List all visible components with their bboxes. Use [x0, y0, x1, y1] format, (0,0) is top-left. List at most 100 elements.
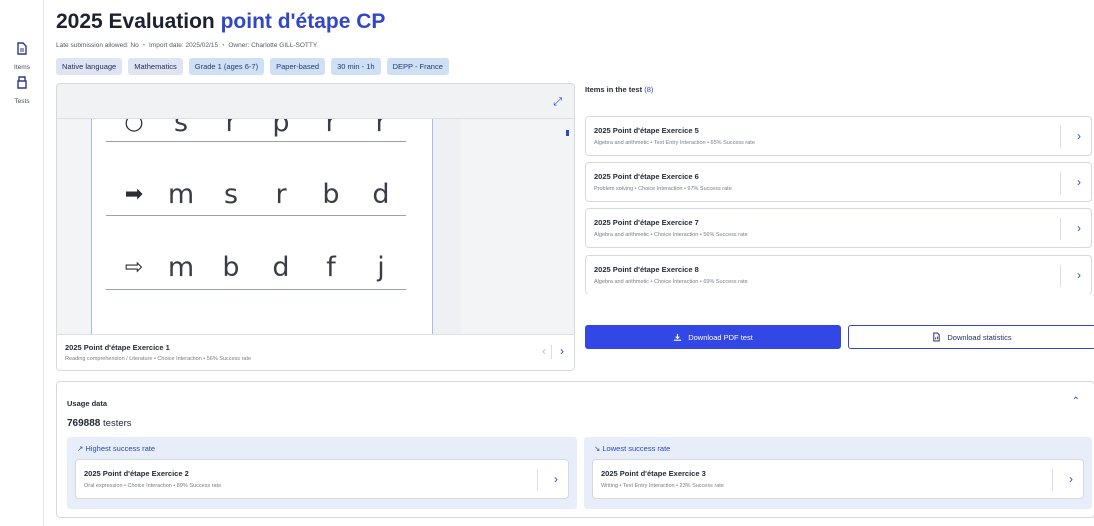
- letter: r: [275, 179, 287, 210]
- item-meta: Writing • Text Entry Interaction • 23% S…: [601, 483, 724, 489]
- items-scrollbar[interactable]: [566, 130, 569, 136]
- row-divider: [106, 215, 406, 216]
- sidebar-item-label: Tests: [14, 98, 30, 105]
- sidebar-item-label: Items: [14, 64, 30, 71]
- item-preview: ⤢ ○ s r p r r ➡ m s r b d ⇨ m b d f j 20…: [56, 83, 575, 371]
- tag: Mathematics: [128, 58, 183, 75]
- chevron-right-icon[interactable]: ›: [1077, 175, 1081, 189]
- testers-label: testers: [103, 418, 132, 429]
- preview-scrollbar[interactable]: [433, 119, 461, 334]
- item-divider: [1052, 469, 1053, 491]
- download-statistics-label: Download statistics: [947, 332, 1012, 342]
- letter: r: [325, 119, 337, 138]
- highest-success-item[interactable]: 2025 Point d'étape Exercice 2 Oral expre…: [75, 459, 569, 499]
- item-title: 2025 Point d'étape Exercice 7: [594, 218, 699, 227]
- letter: m: [167, 252, 195, 283]
- expand-icon[interactable]: ⤢: [553, 96, 562, 109]
- item-title: 2025 Point d'étape Exercice 6: [594, 172, 699, 181]
- letter: b: [222, 252, 240, 283]
- chevron-left-icon[interactable]: ‹: [542, 344, 546, 358]
- letter: s: [223, 179, 239, 210]
- tag: Grade 1 (ages 6-7): [188, 58, 265, 75]
- lowest-success-heading: ↘ Lowest success rate: [594, 444, 670, 453]
- test-meta: Late submission allowed: No • Import date:…: [56, 42, 317, 49]
- preview-canvas[interactable]: ○ s r p r r ➡ m s r b d ⇨ m b d f j: [57, 119, 574, 334]
- testers-count: 769888 testers: [67, 418, 132, 429]
- preview-item-title: 2025 Point d'étape Exercice 1: [65, 343, 170, 352]
- chevron-right-icon[interactable]: ›: [560, 344, 564, 358]
- preview-footer: 2025 Point d'étape Exercice 1 Reading co…: [57, 334, 574, 370]
- letter: d: [372, 179, 390, 210]
- exercise-row: ➡ m s r b d: [112, 179, 412, 210]
- chevron-up-icon[interactable]: ⌃: [1072, 396, 1080, 407]
- row-marker: ➡: [124, 182, 144, 207]
- tag: 30 min - 1h: [331, 58, 381, 75]
- lowest-success-label: Lowest success rate: [602, 444, 671, 453]
- tag-list: Native language Mathematics Grade 1 (age…: [56, 58, 449, 75]
- usage-title: Usage data: [67, 399, 108, 408]
- items-count: (8): [644, 85, 654, 94]
- chevron-right-icon[interactable]: ›: [1077, 129, 1081, 143]
- lowest-success-panel: ↘ Lowest success rate 2025 Point d'étape…: [584, 437, 1092, 509]
- page-title: 2025 Evaluation point d'étape CP: [56, 10, 385, 34]
- item-divider: [1060, 265, 1061, 287]
- letter: b: [322, 179, 340, 210]
- chevron-right-icon[interactable]: ›: [1077, 221, 1081, 235]
- letter: m: [167, 179, 195, 210]
- items-list[interactable]: 2025 Point d'étape Exercice 5 Algebra an…: [585, 116, 1094, 294]
- chevron-right-icon[interactable]: ›: [1077, 268, 1081, 282]
- meta-owner: Owner: Charlotte GILL-SOTTY: [228, 42, 318, 49]
- letter: s: [173, 119, 189, 138]
- document-icon: [17, 42, 27, 55]
- tag: Paper-based: [270, 58, 326, 75]
- download-pdf-button[interactable]: Download PDF test: [585, 325, 841, 349]
- statistics-file-icon: [933, 332, 941, 342]
- trend-down-icon: ↘: [594, 444, 601, 453]
- sidebar: Items Tests: [0, 0, 44, 526]
- sidebar-item-items[interactable]: Items: [4, 42, 40, 74]
- download-statistics-button[interactable]: Download statistics: [848, 325, 1094, 349]
- item-title: 2025 Point d'étape Exercice 3: [601, 469, 706, 478]
- meta-separator: •: [222, 42, 225, 49]
- item-title: 2025 Point d'étape Exercice 8: [594, 265, 699, 274]
- download-icon: [674, 333, 682, 341]
- items-heading-text: Items in the test: [585, 85, 643, 94]
- exercise-row: ⇨ m b d f j: [112, 252, 412, 283]
- meta-late-submission: Late submission allowed: No: [56, 42, 139, 49]
- chevron-right-icon[interactable]: ›: [1069, 472, 1073, 486]
- row-marker: ⇨: [124, 255, 144, 280]
- highest-success-heading: ↗ Highest success rate: [77, 444, 155, 453]
- sidebar-item-tests[interactable]: Tests: [4, 76, 40, 108]
- list-item[interactable]: 2025 Point d'étape Exercice 8 Algebra an…: [585, 255, 1092, 294]
- row-divider: [106, 141, 406, 142]
- meta-import-date: Import date: 2025/02/15: [149, 42, 219, 49]
- item-meta: Problem solving • Choice Interaction • 9…: [594, 186, 732, 192]
- testers-number: 769888: [67, 418, 101, 429]
- tag: Native language: [56, 58, 123, 75]
- item-title: 2025 Point d'étape Exercice 5: [594, 126, 699, 135]
- main-content: 2025 Evaluation point d'étape CP Late su…: [56, 0, 1094, 526]
- item-divider: [537, 469, 538, 491]
- item-meta: Algebra and arithmetic • Choice Interact…: [594, 232, 748, 238]
- list-item[interactable]: 2025 Point d'étape Exercice 5 Algebra an…: [585, 116, 1092, 156]
- usage-data-panel: Usage data ⌃ 769888 testers ↗ Highest su…: [56, 381, 1094, 518]
- item-meta: Oral expression • Choice Interaction • 8…: [84, 483, 222, 489]
- items-heading: Items in the test (8): [585, 85, 653, 94]
- item-divider: [1060, 218, 1061, 240]
- trend-up-icon: ↗: [77, 444, 84, 453]
- item-divider: [1060, 172, 1061, 194]
- item-divider: [1060, 126, 1061, 148]
- chevron-right-icon[interactable]: ›: [554, 472, 558, 486]
- letter: r: [225, 119, 237, 138]
- lowest-success-item[interactable]: 2025 Point d'étape Exercice 3 Writing • …: [592, 459, 1084, 499]
- list-item[interactable]: 2025 Point d'étape Exercice 7 Algebra an…: [585, 208, 1092, 248]
- nav-divider: [551, 345, 552, 359]
- letter: r: [375, 119, 387, 138]
- letter: p: [272, 119, 290, 138]
- row-divider: [106, 289, 406, 290]
- page-title-prefix: 2025 Evaluation: [56, 10, 221, 33]
- item-title: 2025 Point d'étape Exercice 2: [84, 469, 189, 478]
- page-title-highlight: point d'étape CP: [220, 10, 386, 33]
- letter: f: [326, 252, 336, 283]
- list-item[interactable]: 2025 Point d'étape Exercice 6 Problem so…: [585, 162, 1092, 202]
